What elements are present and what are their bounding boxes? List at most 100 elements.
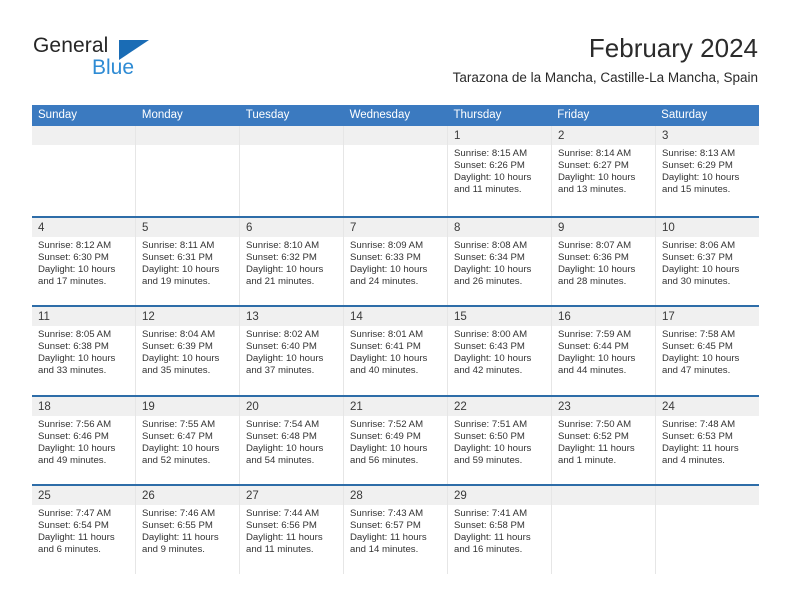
day-number-band: 9 xyxy=(552,217,655,237)
calendar-week-row: 4 Sunrise: 8:12 AM Sunset: 6:30 PM Daylight… xyxy=(32,215,759,305)
sunset-text: Sunset: 6:40 PM xyxy=(246,341,317,353)
calendar-day-cell-empty xyxy=(655,486,759,574)
calendar-week-row: 11 Sunrise: 8:05 AM Sunset: 6:38 PM Dayligh… xyxy=(32,305,759,395)
daylight-text: Daylight: 11 hours and 1 minute. xyxy=(558,442,635,466)
sunrise-text: Sunrise: 7:41 AM xyxy=(454,508,528,519)
day-sun-info: Sunrise: 8:11 AM Sunset: 6:31 PM Daylight:… xyxy=(136,237,239,288)
calendar-day-cell[interactable]: 15 Sunrise: 8:00 AM Sunset: 6:43 PM Dayligh… xyxy=(447,307,551,395)
calendar-day-cell[interactable]: 2 Sunrise: 8:14 AM Sunset: 6:27 PM Daylight… xyxy=(551,126,655,216)
sunset-text: Sunset: 6:54 PM xyxy=(38,520,109,532)
calendar-day-cell[interactable]: 1 Sunrise: 8:15 AM Sunset: 6:26 PM Daylight… xyxy=(447,126,551,216)
calendar-day-cell-empty xyxy=(135,126,239,216)
sunrise-text: Sunrise: 7:48 AM xyxy=(662,418,736,430)
sunset-text: Sunset: 6:56 PM xyxy=(246,520,317,532)
day-number-band xyxy=(656,486,759,505)
sunrise-text: Sunrise: 8:04 AM xyxy=(142,329,216,340)
daylight-text: Daylight: 10 hours and 21 minutes. xyxy=(246,263,324,287)
calendar-day-cell[interactable]: 9 Sunrise: 8:07 AM Sunset: 6:36 PM Daylight… xyxy=(551,217,655,305)
daylight-text: Daylight: 10 hours and 13 minutes. xyxy=(558,172,636,196)
weekday-header-tuesday: Tuesday xyxy=(245,109,290,121)
day-sun-info: Sunrise: 8:04 AM Sunset: 6:39 PM Daylight:… xyxy=(136,326,239,377)
calendar-day-cell[interactable]: 7 Sunrise: 8:09 AM Sunset: 6:33 PM Daylight… xyxy=(343,217,447,305)
calendar-day-cell[interactable]: 26 Sunrise: 7:46 AM Sunset: 6:55 PM Dayligh… xyxy=(135,486,239,574)
calendar-day-cell[interactable]: 23 Sunrise: 7:50 AM Sunset: 6:52 PM Dayligh… xyxy=(551,396,655,484)
day-sun-info: Sunrise: 8:14 AM Sunset: 6:27 PM Daylight:… xyxy=(552,145,655,196)
weekday-header-wednesday: Wednesday xyxy=(349,109,411,121)
day-sun-info: Sunrise: 7:46 AM Sunset: 6:55 PM Daylight:… xyxy=(136,505,239,556)
calendar-day-cell-empty xyxy=(343,126,447,216)
daylight-text: Daylight: 11 hours and 16 minutes. xyxy=(454,532,531,556)
calendar-day-cell[interactable]: 14 Sunrise: 8:01 AM Sunset: 6:41 PM Dayligh… xyxy=(343,307,447,395)
daylight-text: Daylight: 10 hours and 59 minutes. xyxy=(454,442,532,466)
sunset-text: Sunset: 6:57 PM xyxy=(350,520,421,532)
calendar-day-cell[interactable]: 28 Sunrise: 7:43 AM Sunset: 6:57 PM Dayligh… xyxy=(343,486,447,574)
day-sun-info: Sunrise: 7:51 AM Sunset: 6:50 PM Daylight:… xyxy=(448,416,551,467)
calendar-day-cell[interactable]: 22 Sunrise: 7:51 AM Sunset: 6:50 PM Dayligh… xyxy=(447,396,551,484)
day-number-band: 15 xyxy=(448,307,551,326)
calendar-day-cell[interactable]: 19 Sunrise: 7:55 AM Sunset: 6:47 PM Dayligh… xyxy=(135,396,239,484)
calendar-day-cell[interactable]: 29 Sunrise: 7:41 AM Sunset: 6:58 PM Dayligh… xyxy=(447,486,551,574)
weekday-header-thursday: Thursday xyxy=(453,109,502,121)
day-number: 1 xyxy=(454,130,461,142)
day-number-band: 1 xyxy=(448,126,551,145)
logo-text-general: General xyxy=(33,34,109,57)
day-number-band: 14 xyxy=(344,307,447,326)
sunset-text: Sunset: 6:46 PM xyxy=(38,430,109,442)
day-number-band: 29 xyxy=(448,486,551,505)
calendar-day-cell[interactable]: 3 Sunrise: 8:13 AM Sunset: 6:29 PM Daylight… xyxy=(655,126,759,216)
calendar-page: General Blue February 2024 Tarazona de l… xyxy=(0,0,792,612)
daylight-text: Daylight: 10 hours and 37 minutes. xyxy=(246,353,324,377)
calendar-day-cell[interactable]: 17 Sunrise: 7:58 AM Sunset: 6:45 PM Dayligh… xyxy=(655,307,759,395)
calendar-day-cell[interactable]: 13 Sunrise: 8:02 AM Sunset: 6:40 PM Dayligh… xyxy=(239,307,343,395)
general-blue-logo: General Blue xyxy=(33,34,173,86)
day-sun-info: Sunrise: 8:01 AM Sunset: 6:41 PM Daylight:… xyxy=(344,326,447,377)
daylight-text: Daylight: 10 hours and 42 minutes. xyxy=(454,353,532,377)
day-number: 17 xyxy=(662,311,675,323)
calendar-day-cell[interactable]: 12 Sunrise: 8:04 AM Sunset: 6:39 PM Dayligh… xyxy=(135,307,239,395)
day-number: 20 xyxy=(246,400,259,413)
day-number-band: 21 xyxy=(344,396,447,416)
calendar-day-cell[interactable]: 5 Sunrise: 8:11 AM Sunset: 6:31 PM Daylight… xyxy=(135,217,239,305)
calendar-week-row: 18 Sunrise: 7:56 AM Sunset: 6:46 PM Dayligh… xyxy=(32,394,759,484)
sunset-text: Sunset: 6:53 PM xyxy=(662,430,733,442)
day-number: 23 xyxy=(558,400,571,413)
calendar-day-cell[interactable]: 6 Sunrise: 8:10 AM Sunset: 6:32 PM Daylight… xyxy=(239,217,343,305)
day-sun-info: Sunrise: 8:02 AM Sunset: 6:40 PM Daylight:… xyxy=(240,326,343,377)
sunset-text: Sunset: 6:37 PM xyxy=(662,251,733,263)
calendar-day-cell[interactable]: 18 Sunrise: 7:56 AM Sunset: 6:46 PM Dayligh… xyxy=(32,396,135,484)
sunset-text: Sunset: 6:26 PM xyxy=(454,160,525,172)
sunset-text: Sunset: 6:39 PM xyxy=(142,341,213,353)
logo-text-blue: Blue xyxy=(92,56,135,79)
sunset-text: Sunset: 6:52 PM xyxy=(558,430,629,442)
day-sun-info: Sunrise: 8:12 AM Sunset: 6:30 PM Daylight:… xyxy=(32,237,135,288)
day-number-band: 17 xyxy=(656,307,759,326)
calendar-day-cell[interactable]: 8 Sunrise: 8:08 AM Sunset: 6:34 PM Daylight… xyxy=(447,217,551,305)
day-sun-info: Sunrise: 7:58 AM Sunset: 6:45 PM Daylight:… xyxy=(656,326,759,377)
calendar-day-cell[interactable]: 21 Sunrise: 7:52 AM Sunset: 6:49 PM Dayligh… xyxy=(343,396,447,484)
day-number-band: 12 xyxy=(136,307,239,326)
day-number: 19 xyxy=(142,400,155,413)
day-number-band: 19 xyxy=(136,396,239,416)
day-number: 26 xyxy=(142,490,155,502)
calendar-day-cell[interactable]: 20 Sunrise: 7:54 AM Sunset: 6:48 PM Dayligh… xyxy=(239,396,343,484)
day-sun-info: Sunrise: 7:52 AM Sunset: 6:49 PM Daylight:… xyxy=(344,416,447,467)
daylight-text: Daylight: 10 hours and 40 minutes. xyxy=(350,353,428,377)
day-number-band: 5 xyxy=(136,217,239,237)
calendar-day-cell-empty xyxy=(551,486,655,574)
calendar-day-cell[interactable]: 10 Sunrise: 8:06 AM Sunset: 6:37 PM Dayligh… xyxy=(655,217,759,305)
day-number: 11 xyxy=(38,311,50,323)
daylight-text: Daylight: 10 hours and 52 minutes. xyxy=(142,442,220,466)
calendar-day-cell[interactable]: 4 Sunrise: 8:12 AM Sunset: 6:30 PM Daylight… xyxy=(32,217,135,305)
calendar-day-cell[interactable]: 24 Sunrise: 7:48 AM Sunset: 6:53 PM Dayligh… xyxy=(655,396,759,484)
calendar-day-cell[interactable]: 27 Sunrise: 7:44 AM Sunset: 6:56 PM Dayligh… xyxy=(239,486,343,574)
calendar-day-cell[interactable]: 25 Sunrise: 7:47 AM Sunset: 6:54 PM Dayligh… xyxy=(32,486,135,574)
day-number-band: 26 xyxy=(136,486,239,505)
daylight-text: Daylight: 10 hours and 28 minutes. xyxy=(558,263,636,287)
day-number-band: 2 xyxy=(552,126,655,145)
day-number: 10 xyxy=(662,221,675,234)
day-number: 13 xyxy=(246,311,259,323)
calendar-day-cell[interactable]: 16 Sunrise: 7:59 AM Sunset: 6:44 PM Dayligh… xyxy=(551,307,655,395)
calendar-day-cell[interactable]: 11 Sunrise: 8:05 AM Sunset: 6:38 PM Dayligh… xyxy=(32,307,135,395)
day-sun-info: Sunrise: 8:09 AM Sunset: 6:33 PM Daylight:… xyxy=(344,237,447,288)
day-number-band: 22 xyxy=(448,396,551,416)
